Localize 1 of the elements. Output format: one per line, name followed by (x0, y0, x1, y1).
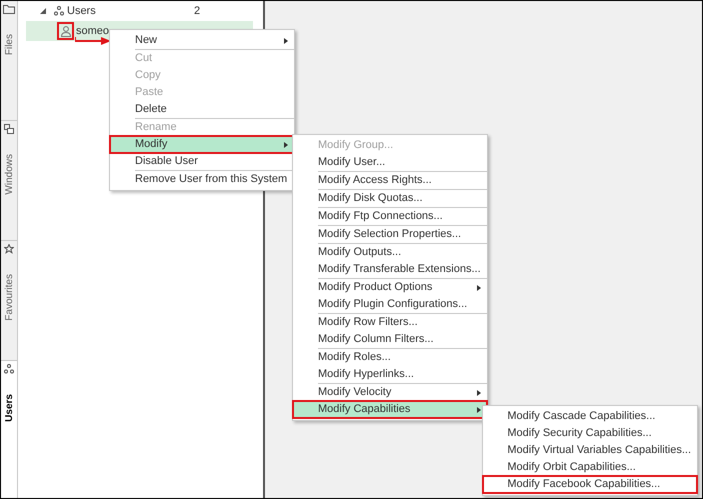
count-text: 2 (194, 4, 200, 19)
